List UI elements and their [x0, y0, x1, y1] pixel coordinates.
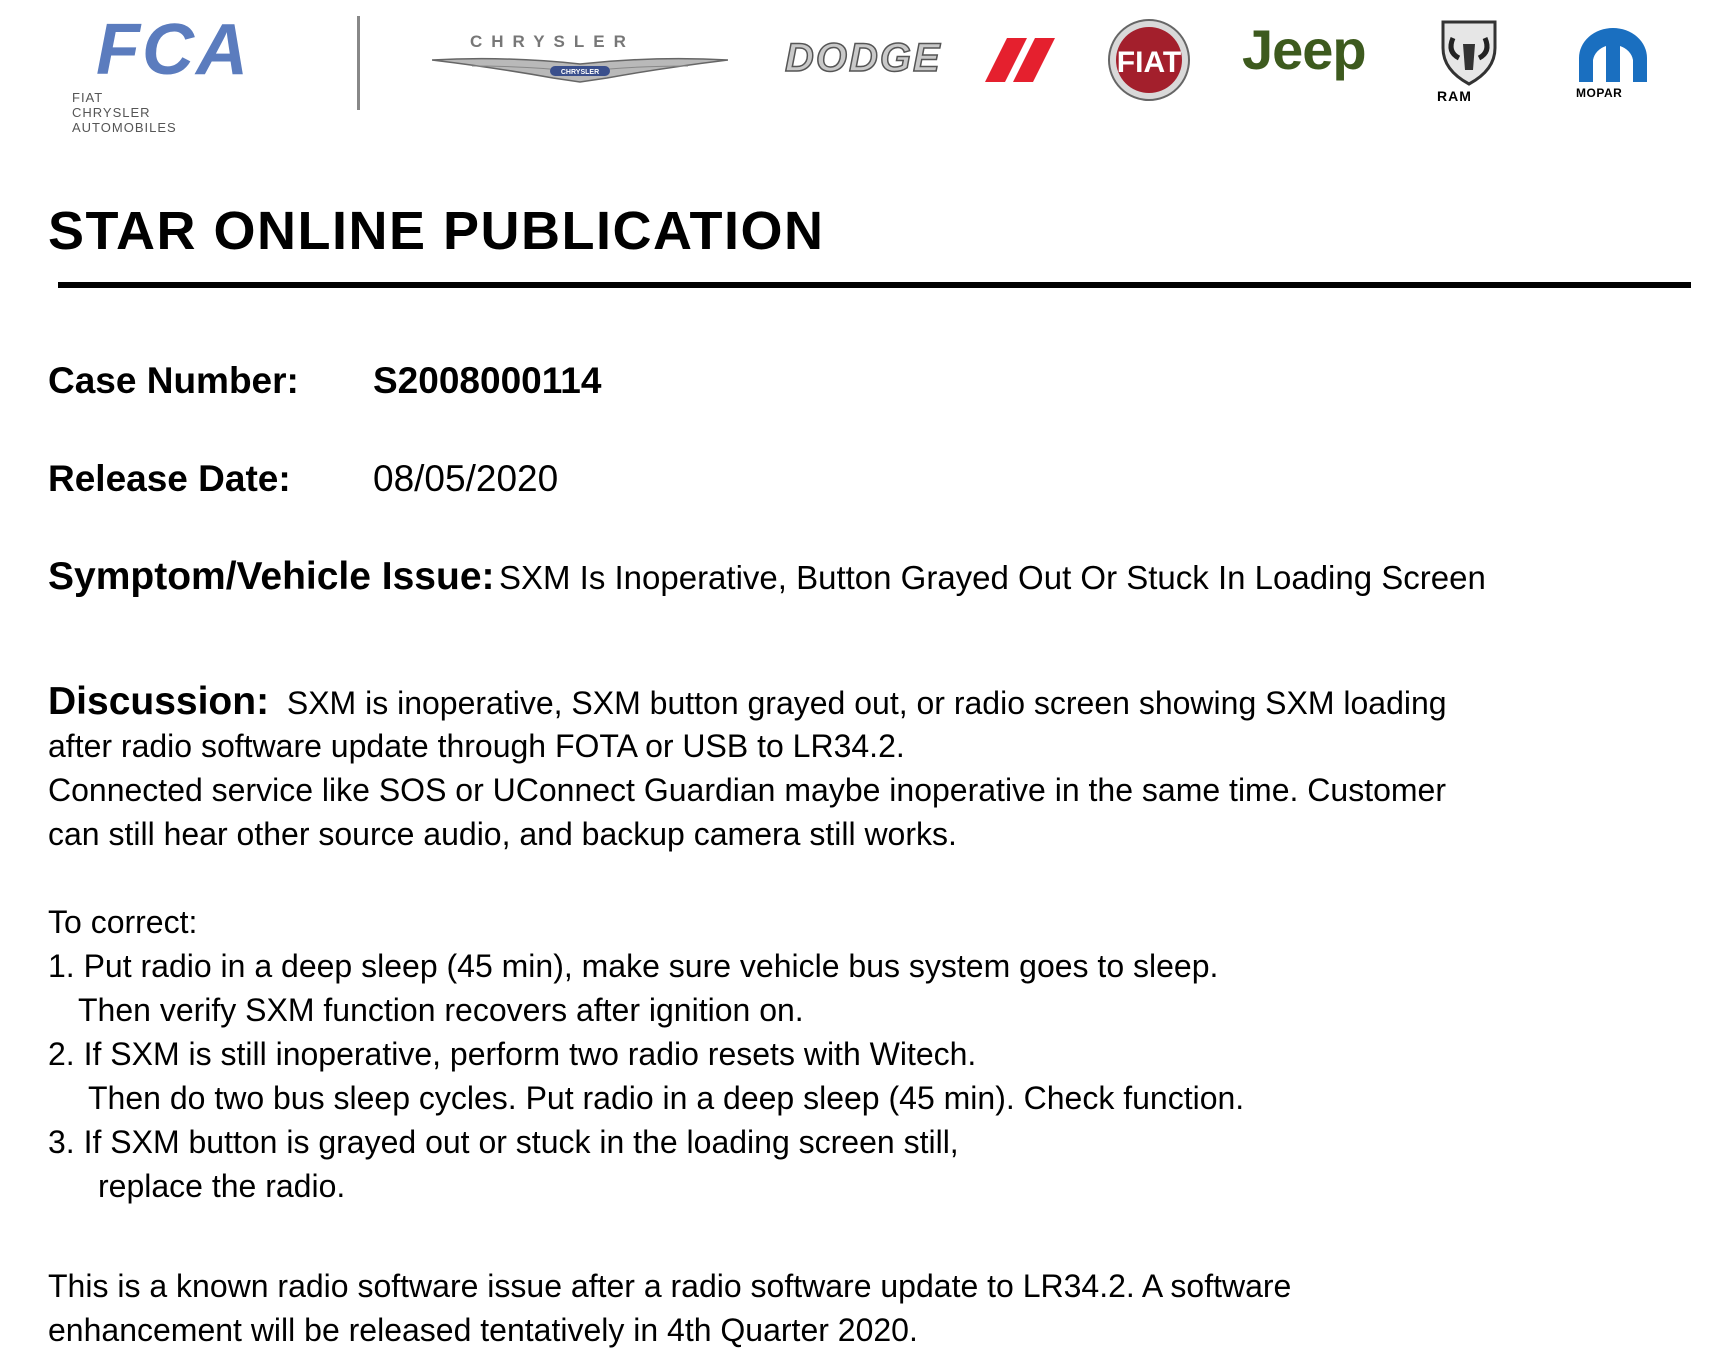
closing-line: enhancement will be released tentatively… — [48, 1312, 918, 1348]
correction-step-continuation: Then do two bus sleep cycles. Put radio … — [88, 1080, 1245, 1116]
correction-step-continuation: Then verify SXM function recovers after … — [78, 992, 804, 1028]
mopar-logo-wordmark: MOPAR — [1576, 86, 1623, 100]
fiat-logo: FIAT — [1108, 19, 1190, 101]
closing-section: This is a known radio software issue aft… — [48, 1264, 1291, 1352]
correction-step: 2. If SXM is still inoperative, perform … — [48, 1036, 977, 1072]
discussion-line: can still hear other source audio, and b… — [48, 816, 957, 852]
fca-logo-subtitle: FIAT CHRYSLER AUTOMOBILES — [72, 90, 177, 135]
discussion-line: Connected service like SOS or UConnect G… — [48, 772, 1446, 808]
ram-logo-wordmark: RAM — [1437, 88, 1472, 104]
chrysler-logo-wordmark: CHRYSLER — [470, 32, 635, 51]
discussion-line: after radio software update through FOTA… — [48, 728, 905, 764]
symptom-section: Symptom/Vehicle Issue: SXM Is Inoperativ… — [48, 557, 1486, 596]
release-date-value: 08/05/2020 — [373, 458, 559, 499]
correction-step: 3. If SXM button is grayed out or stuck … — [48, 1124, 959, 1160]
release-date-label: Release Date: — [48, 458, 291, 499]
correction-step: 1. Put radio in a deep sleep (45 min), m… — [48, 948, 1219, 984]
discussion-section: Discussion: SXM is inoperative, SXM butt… — [48, 680, 1447, 856]
title-rule — [58, 282, 1691, 288]
symptom-label: Symptom/Vehicle Issue: — [48, 555, 495, 598]
symptom-value: SXM Is Inoperative, Button Grayed Out Or… — [498, 559, 1486, 596]
correction-step-continuation: replace the radio. — [98, 1168, 346, 1204]
chrysler-wings-icon: CHRYSLER — [432, 57, 728, 83]
discussion-label: Discussion: — [48, 680, 270, 723]
jeep-logo: Jeep — [1242, 18, 1367, 81]
fiat-logo-text: FIAT — [1117, 46, 1181, 79]
logo-divider — [357, 16, 360, 110]
chrysler-badge-text: CHRYSLER — [561, 69, 599, 76]
fca-logo-wordmark: FCA — [96, 10, 250, 90]
publication-title: STAR ONLINE PUBLICATION — [48, 201, 825, 261]
dodge-logo-wordmark: DODGE — [784, 36, 942, 80]
ram-head-icon — [1441, 20, 1497, 86]
dodge-stripes-icon — [985, 38, 1055, 82]
case-number-label: Case Number: — [48, 360, 299, 401]
correction-section: To correct: 1. Put radio in a deep sleep… — [48, 900, 1244, 1208]
closing-line: This is a known radio software issue aft… — [48, 1268, 1292, 1304]
case-number-value: S2008000114 — [373, 360, 602, 401]
mopar-m-icon — [1579, 28, 1647, 82]
discussion-line: Discussion: SXM is inoperative, SXM butt… — [48, 680, 1447, 724]
correction-heading: To correct: — [48, 904, 198, 940]
brand-logo-bar: FCA FIAT CHRYSLER AUTOMOBILES CHRYSLER C… — [0, 0, 1711, 135]
discussion-text: SXM is inoperative, SXM button grayed ou… — [286, 685, 1447, 721]
